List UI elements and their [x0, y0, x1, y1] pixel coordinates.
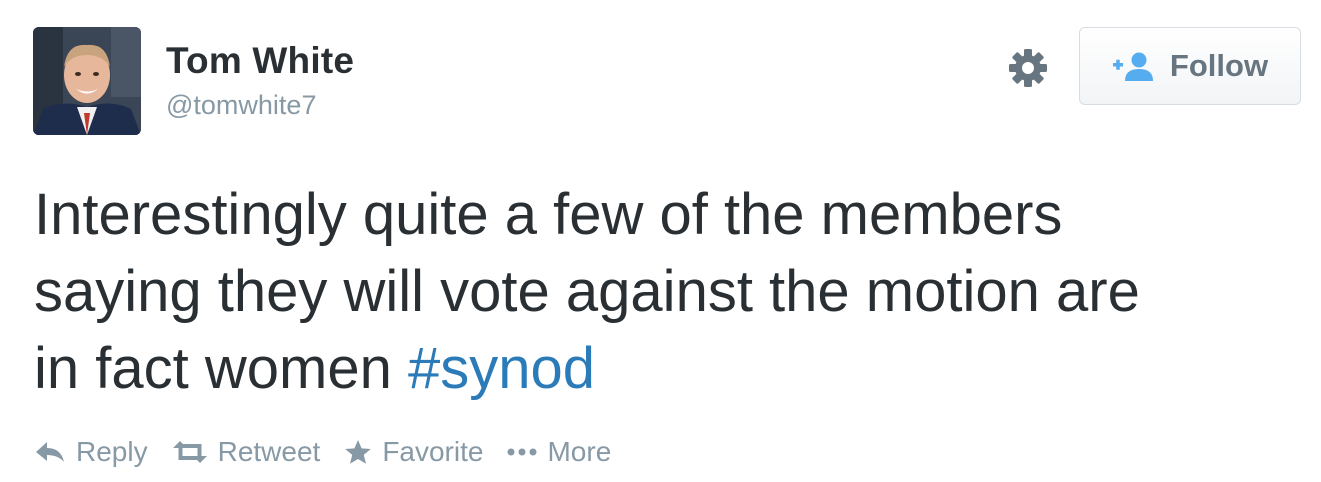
favorite-label: Favorite [382, 436, 484, 467]
tweet-text: Interestingly quite a few of the members… [34, 176, 1314, 407]
reply-button[interactable]: Reply [34, 436, 148, 468]
favorite-button[interactable]: Favorite [344, 436, 483, 468]
user-handle[interactable]: @tomwhite7 [166, 90, 316, 121]
dots-icon [507, 448, 537, 456]
follow-button[interactable]: Follow [1079, 27, 1301, 105]
tweet-card: Tom White @tomwhite7 Follow Interestingl… [0, 0, 1321, 482]
reply-icon [36, 442, 64, 462]
avatar[interactable] [33, 27, 141, 135]
retweet-button[interactable]: Retweet [172, 436, 321, 468]
retweet-icon [172, 441, 207, 463]
star-icon [345, 440, 372, 464]
add-user-icon [1112, 52, 1153, 81]
hashtag-link[interactable]: #synod [408, 336, 595, 401]
gear-icon[interactable] [1008, 48, 1048, 88]
more-label: More [547, 436, 612, 467]
display-name[interactable]: Tom White [166, 40, 354, 82]
more-button[interactable]: More [507, 436, 611, 468]
reply-label: Reply [76, 436, 148, 467]
retweet-label: Retweet [217, 436, 321, 467]
follow-label: Follow [1169, 48, 1269, 83]
tweet-actions: Reply Retweet Favorite More [34, 432, 635, 472]
